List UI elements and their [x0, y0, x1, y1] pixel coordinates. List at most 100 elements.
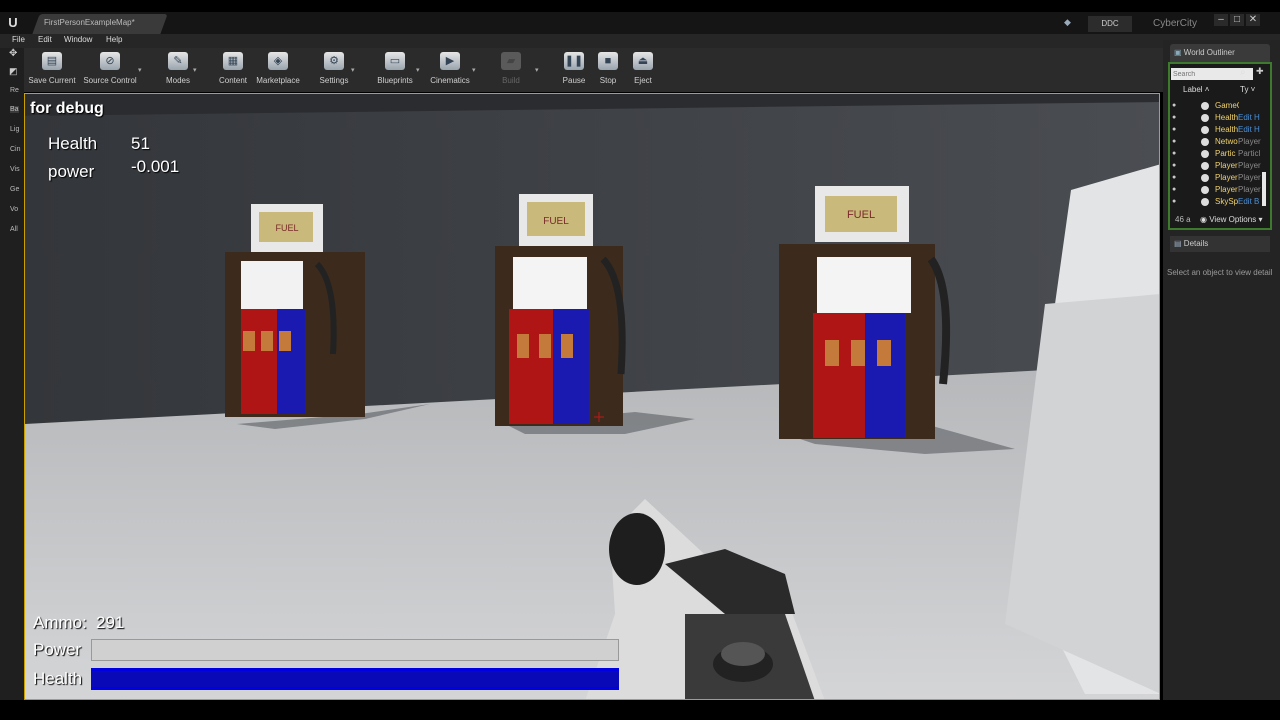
- outliner-row[interactable]: ● Player Player: [1170, 172, 1270, 184]
- actor-count: 46 a: [1175, 215, 1191, 224]
- visibility-eye-icon[interactable]: ●: [1172, 112, 1180, 124]
- actor-icon: [1201, 114, 1209, 122]
- content-icon: ▦: [223, 52, 243, 70]
- outliner-icon: ▣: [1174, 48, 1182, 57]
- modes-icon: ✎: [168, 52, 188, 70]
- place-mode-icon[interactable]: ✥: [9, 48, 17, 59]
- close-button[interactable]: ✕: [1246, 14, 1260, 26]
- left-tab-cinematic[interactable]: Cin: [10, 146, 21, 153]
- eye-icon: ◉: [1200, 215, 1207, 224]
- maximize-button[interactable]: □: [1230, 14, 1244, 26]
- actor-icon: [1201, 174, 1209, 182]
- left-tab-all[interactable]: All: [10, 226, 18, 233]
- outliner-row[interactable]: ● Player Player: [1170, 160, 1270, 172]
- menu-edit[interactable]: Edit: [38, 35, 52, 44]
- ammo-label: Ammo:: [33, 613, 87, 632]
- left-tab-volumes[interactable]: Vo: [10, 206, 18, 213]
- view-options-button[interactable]: ◉ View Options ▾: [1200, 215, 1262, 224]
- actor-icon: [1201, 102, 1209, 110]
- source-control-button[interactable]: ⊘ Source Control: [82, 50, 138, 88]
- outliner-row[interactable]: ● Partic Particl: [1170, 148, 1270, 160]
- cinematics-icon: ▶: [440, 52, 460, 70]
- actor-icon: [1201, 150, 1209, 158]
- blueprints-button[interactable]: ▭ Blueprints: [367, 50, 423, 88]
- visibility-eye-icon[interactable]: ●: [1172, 172, 1180, 184]
- outliner-row[interactable]: ● Netwo Player: [1170, 136, 1270, 148]
- modes-button[interactable]: ✎ Modes: [150, 50, 206, 88]
- left-tab-basic[interactable]: Ba: [10, 106, 19, 113]
- debug-power-label: power: [48, 162, 95, 181]
- cinematics-button[interactable]: ▶ Cinematics: [422, 50, 478, 88]
- menu-help[interactable]: Help: [106, 35, 122, 44]
- chevron-down-icon[interactable]: ▾: [138, 66, 142, 74]
- details-icon: ▤: [1174, 239, 1182, 248]
- actor-icon: [1201, 162, 1209, 170]
- project-name: CyberCity: [1153, 18, 1197, 29]
- menu-bar: [0, 34, 1280, 48]
- source-control-icon: ⊘: [100, 52, 120, 70]
- health-bar-fill: [91, 668, 619, 690]
- search-icon[interactable]: ⌕: [1240, 67, 1246, 78]
- pump-sign-text: FUEL: [543, 216, 569, 227]
- column-header-type[interactable]: Ty ˅: [1240, 85, 1255, 94]
- visibility-eye-icon[interactable]: ●: [1172, 196, 1180, 208]
- outliner-scrollbar[interactable]: [1262, 172, 1266, 206]
- chevron-down-icon[interactable]: ▾: [351, 66, 355, 74]
- save-current-button[interactable]: ▤ Save Current: [24, 50, 80, 88]
- pump-sign-text: FUEL: [275, 223, 298, 233]
- visibility-eye-icon[interactable]: ●: [1172, 160, 1180, 172]
- left-tab-geometry[interactable]: Ge: [10, 186, 19, 193]
- build-button[interactable]: ▰ Build: [483, 50, 539, 88]
- left-tab-visual[interactable]: Vis: [10, 166, 20, 173]
- notification-icon[interactable]: ◆: [1064, 17, 1071, 28]
- column-header-label[interactable]: Label ˄: [1183, 85, 1209, 94]
- visibility-eye-icon[interactable]: ●: [1172, 124, 1180, 136]
- world-outliner-title: World Outliner: [1183, 48, 1235, 57]
- debug-power-value: -0.001: [131, 157, 180, 176]
- details-tab[interactable]: ▤ Details: [1170, 236, 1270, 252]
- ammo-value: 291: [96, 613, 125, 632]
- visibility-eye-icon[interactable]: ●: [1172, 148, 1180, 160]
- game-viewport[interactable]: FUEL FUEL FUEL for debug Health 51 power…: [24, 93, 1160, 700]
- visibility-eye-icon[interactable]: ●: [1172, 100, 1180, 112]
- eject-icon: ⏏: [633, 52, 653, 70]
- document-tab-label: FirstPersonExampleMap*: [44, 18, 135, 27]
- outliner-row[interactable]: ● Player Player: [1170, 184, 1270, 196]
- outliner-row[interactable]: ● Health Edit H: [1170, 112, 1270, 124]
- chevron-down-icon[interactable]: ▾: [193, 66, 197, 74]
- outliner-row[interactable]: ● SkySp Edit B: [1170, 196, 1270, 208]
- actor-icon: [1201, 186, 1209, 194]
- minimize-button[interactable]: –: [1214, 14, 1228, 26]
- blueprints-icon: ▭: [385, 52, 405, 70]
- marketplace-button[interactable]: ◈ Marketplace: [250, 50, 306, 88]
- left-tab-lights[interactable]: Lig: [10, 126, 19, 133]
- left-tab-recent[interactable]: Re: [10, 87, 19, 94]
- chevron-down-icon[interactable]: ▾: [416, 66, 420, 74]
- chevron-down-icon[interactable]: ▾: [472, 66, 476, 74]
- unreal-logo-icon[interactable]: U: [4, 14, 22, 32]
- outliner-row[interactable]: ● Health Edit H: [1170, 124, 1270, 136]
- pump-sign-text: FUEL: [847, 209, 875, 221]
- actor-icon: [1201, 138, 1209, 146]
- marketplace-icon: ◈: [268, 52, 288, 70]
- settings-icon: ⚙: [324, 52, 344, 70]
- details-title: Details: [1183, 239, 1209, 248]
- save-icon: ▤: [42, 52, 62, 70]
- build-icon: ▰: [501, 52, 521, 70]
- add-folder-icon[interactable]: ✚: [1256, 66, 1264, 77]
- paint-mode-icon[interactable]: ◩: [9, 66, 18, 77]
- debug-health-value: 51: [131, 134, 150, 153]
- eject-button[interactable]: ⏏ Eject: [615, 50, 671, 88]
- chevron-down-icon[interactable]: ▾: [535, 66, 539, 74]
- health-bar-label: Health: [33, 669, 83, 688]
- menu-window[interactable]: Window: [64, 35, 92, 44]
- outliner-row[interactable]: ●GameGameS: [1170, 100, 1270, 112]
- actor-icon: [1201, 198, 1209, 206]
- debug-title: for debug: [30, 100, 104, 117]
- power-bar: [91, 639, 619, 661]
- world-outliner-tab[interactable]: ▣ World Outliner: [1170, 44, 1270, 62]
- ddc-button[interactable]: DDC: [1088, 16, 1132, 32]
- visibility-eye-icon[interactable]: ●: [1172, 184, 1180, 196]
- visibility-eye-icon[interactable]: ●: [1172, 136, 1180, 148]
- menu-file[interactable]: File: [12, 35, 25, 44]
